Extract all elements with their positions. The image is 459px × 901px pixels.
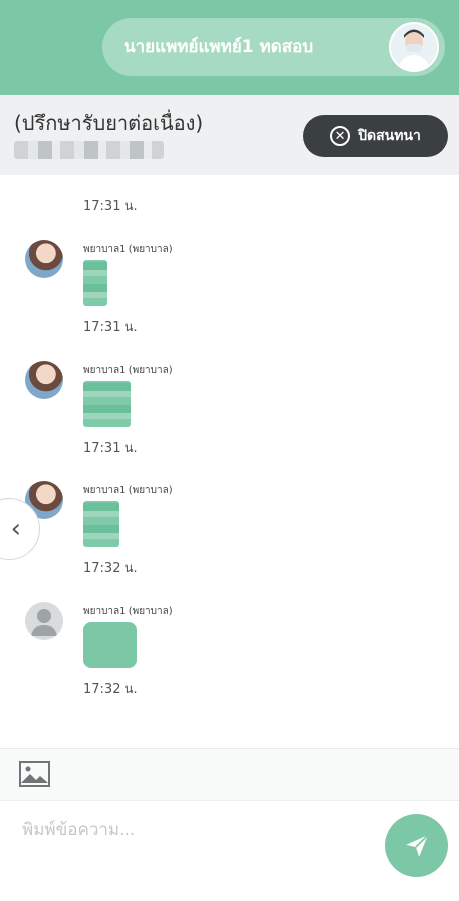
image-icon[interactable]	[19, 761, 50, 787]
message-time: 17:32 น.	[83, 561, 138, 576]
patient-name-redacted	[14, 141, 164, 159]
doctor-avatar	[389, 22, 439, 72]
send-icon	[405, 834, 428, 857]
doctor-pill[interactable]: นายแพทย์แพทย์1 ทดสอบ	[102, 18, 445, 76]
composer	[0, 800, 459, 901]
image-message[interactable]	[83, 260, 107, 306]
image-message[interactable]	[83, 622, 137, 668]
x-circle-icon: ✕	[330, 126, 351, 146]
message-input[interactable]	[20, 813, 364, 847]
message-time: 17:31 น.	[83, 320, 138, 335]
default-user-icon-shape	[31, 609, 57, 636]
sender-name: พยาบาล1 (พยาบาล)	[83, 485, 173, 496]
message-time: 17:32 น.	[83, 682, 138, 697]
send-button[interactable]	[385, 814, 448, 877]
message-time: 17:31 น.	[83, 441, 138, 456]
avatar	[25, 240, 63, 278]
sender-name: พยาบาล1 (พยาบาล)	[83, 244, 173, 255]
default-user-icon	[25, 602, 63, 640]
sender-name: พยาบาล1 (พยาบาล)	[83, 606, 173, 617]
doctor-avatar-image	[391, 24, 437, 70]
close-chat-label: ปิดสนทนา	[358, 128, 421, 144]
close-chat-button[interactable]: ✕ ปิดสนทนา	[303, 115, 448, 157]
chat-area[interactable]: 17:31 น. พยาบาล1 (พยาบาล) 17:31 น. พยาบา…	[0, 175, 459, 748]
attachment-toolbar	[0, 748, 459, 801]
image-message[interactable]	[83, 501, 119, 547]
doctor-name: นายแพทย์แพทย์1 ทดสอบ	[124, 37, 314, 57]
top-bar: นายแพทย์แพทย์1 ทดสอบ	[0, 0, 459, 95]
sender-name: พยาบาล1 (พยาบาล)	[83, 365, 173, 376]
consult-title: (ปรึกษารับยาต่อเนื่อง)	[14, 111, 204, 135]
avatar	[25, 361, 63, 399]
image-message[interactable]	[83, 381, 131, 427]
message-time: 17:31 น.	[83, 199, 138, 214]
